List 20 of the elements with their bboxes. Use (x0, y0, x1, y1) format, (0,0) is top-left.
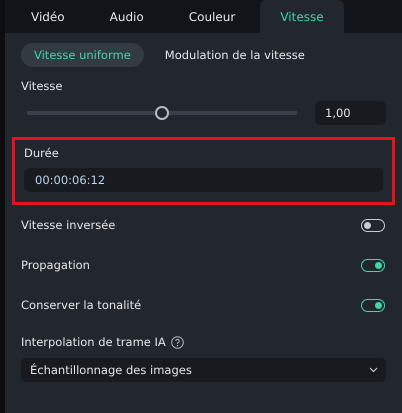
field-label: Interpolation de trame IA (21, 335, 166, 349)
interpolation-dropdown[interactable]: Échantillonnage des images (21, 358, 386, 382)
tab[interactable]: Audio (90, 0, 164, 33)
tab[interactable]: Vidéo (11, 0, 85, 33)
tab[interactable]: Vitesse (260, 0, 344, 33)
speed-input[interactable]: 1,00 (315, 101, 386, 125)
mode-tab[interactable]: Modulation de la vitesse (152, 43, 318, 67)
mode-tab[interactable]: Vitesse uniforme (21, 43, 144, 67)
tab[interactable]: Couleur (168, 0, 256, 33)
toggle-label: Vitesse inversée (21, 218, 116, 232)
toggle-label: Propagation (21, 258, 90, 272)
chevron-icon (369, 367, 378, 373)
duration-input[interactable]: 00:00:06:12 (24, 168, 383, 192)
toggle-switch[interactable] (361, 298, 385, 312)
toggle-label: Conserver la tonalité (21, 298, 142, 312)
toggle-switch[interactable] (361, 258, 385, 272)
help-icon[interactable] (170, 336, 184, 348)
toggle-switch[interactable] (361, 218, 385, 232)
field-label: Durée (24, 146, 59, 160)
field-label: Vitesse (21, 79, 62, 93)
